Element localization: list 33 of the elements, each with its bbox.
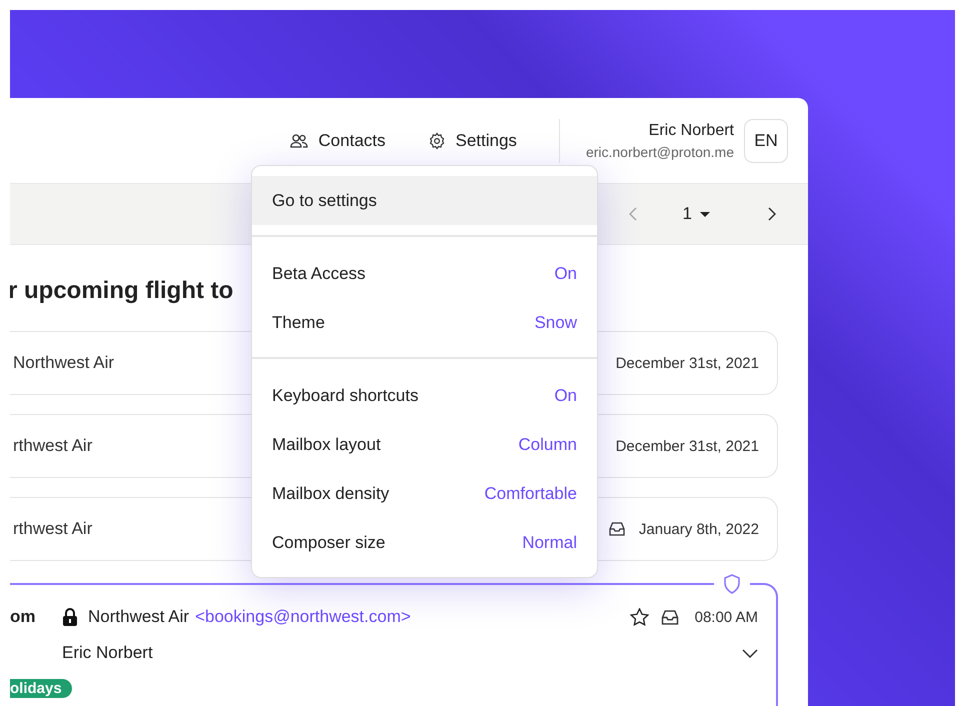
menu-item[interactable]: Mailbox density Comfortable — [252, 469, 597, 518]
inbox-icon[interactable] — [660, 610, 679, 624]
chevron-left-icon — [628, 207, 637, 221]
sender-name: Northwest Air — [88, 607, 190, 627]
chevron-down-icon[interactable] — [742, 648, 758, 658]
settings-icon — [428, 132, 446, 150]
chevron-right-icon — [768, 207, 776, 221]
recipient-name: Eric Norbert — [62, 643, 153, 663]
message-date: December 31st, 2021 — [616, 354, 759, 372]
message-time: 08:00 AM — [694, 608, 758, 626]
contacts-button[interactable]: Contacts — [290, 130, 386, 150]
inbox-icon — [608, 522, 625, 536]
menu-item[interactable]: Theme Snow — [252, 298, 597, 347]
user-name: Eric Norbert — [648, 122, 734, 140]
sender-address[interactable]: <bookings@northwest.com> — [195, 607, 411, 627]
user-email: eric.norbert@proton.me — [586, 144, 734, 160]
field-label: om — [10, 607, 36, 627]
sender-name: Northwest Air — [13, 353, 114, 373]
message-date: January 8th, 2022 — [638, 520, 759, 538]
people-icon — [290, 132, 308, 148]
sender-name: rthwest Air — [13, 519, 92, 539]
page-dropdown[interactable]: 1 — [674, 200, 718, 228]
menu-item[interactable]: Go to settings — [252, 176, 597, 225]
menu-item[interactable]: Composer size Normal — [252, 518, 597, 567]
message-date: December 31st, 2021 — [616, 438, 759, 454]
menu-item[interactable]: Beta Access On — [252, 249, 597, 298]
sender-name: rthwest Air — [13, 436, 92, 456]
menu-item[interactable]: Keyboard shortcuts On — [252, 371, 597, 420]
lock-icon — [62, 608, 78, 626]
star-icon[interactable] — [630, 608, 649, 626]
menu-item[interactable]: Mailbox layout Column — [252, 420, 597, 469]
avatar-button[interactable]: EN — [744, 118, 788, 162]
settings-button[interactable]: Settings — [428, 130, 517, 150]
